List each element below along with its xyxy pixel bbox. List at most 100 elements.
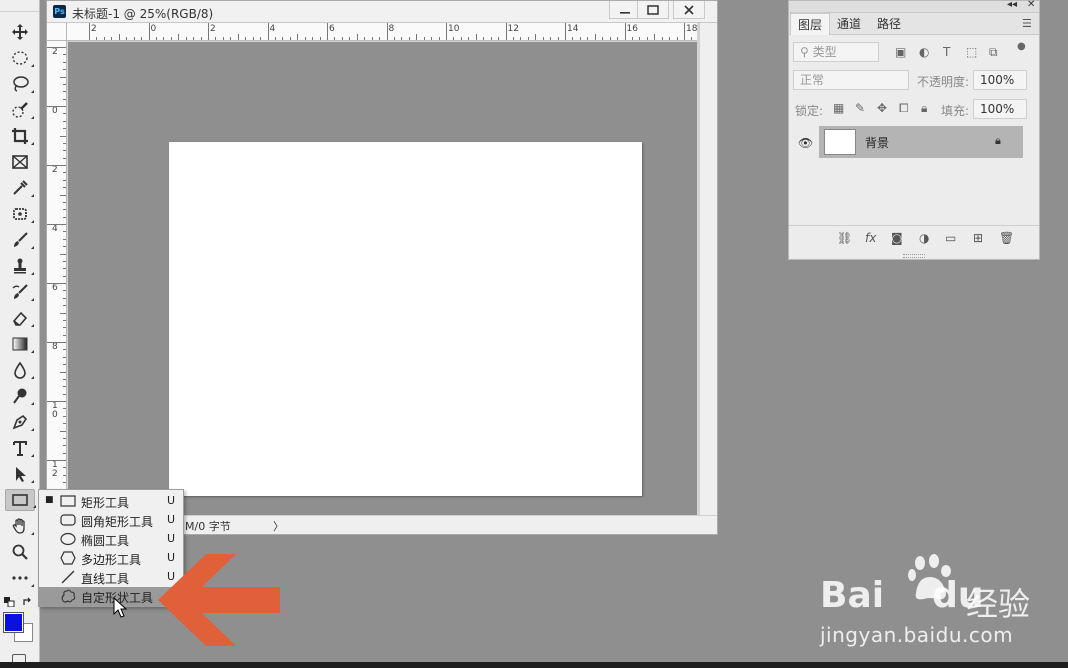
lock-pixels-icon[interactable]: ✎ [855,101,865,115]
ruler-tick [60,253,66,255]
ruler-tick [483,37,485,40]
tab-paths[interactable]: 路径 [870,13,908,35]
filter-smart-object-icon[interactable]: ⧉ [989,45,998,60]
frame-tool-icon[interactable] [8,151,32,173]
zoom-tool-icon[interactable] [8,541,32,563]
filter-pixel-icon[interactable]: ▣ [895,45,906,59]
menu-item-rounded-rectangle[interactable]: 圆角矩形工具 U [39,511,183,530]
ruler-tick [89,23,90,40]
marquee-tool-icon[interactable] [8,47,34,69]
filter-shape-icon[interactable]: ⬚ [966,45,977,59]
filter-type-icon[interactable]: T [943,45,950,59]
ruler-tick [63,467,66,469]
panel-grip[interactable] [0,0,39,12]
ruler-left-label: 0 [52,106,58,116]
swap-colors-icon[interactable] [22,596,34,606]
panel-menu-icon[interactable]: ☰ [1022,17,1032,30]
ruler-tick [334,37,336,40]
stamp-tool-icon[interactable] [8,255,34,277]
horizontal-ruler[interactable]: 2 0 2 4 6 8 10 12 14 16 18 [67,23,697,41]
ruler-tick [63,275,66,277]
opacity-value: 100% [980,73,1015,87]
layer-name: 背景 [865,136,890,150]
ruler-left-label: 8 [52,342,58,352]
lock-artboard-icon[interactable]: ⧠ [899,101,909,116]
ruler-tick [60,430,66,432]
ruler-tick [178,34,180,40]
ruler-tick [289,37,291,40]
menu-item-ellipse[interactable]: 椭圆工具 U [39,530,183,549]
ruler-left-label: 1 0 [52,401,58,420]
dodge-tool-icon[interactable] [8,385,34,407]
maximize-button[interactable] [637,1,669,19]
ruler-tick [393,37,395,40]
ruler-tick [512,37,514,40]
history-brush-icon[interactable] [8,281,34,303]
eyedropper-tool-icon[interactable] [8,177,34,199]
fx-icon[interactable]: fx [865,231,876,245]
more-tools-icon[interactable] [8,567,34,589]
ruler-tick [63,157,66,159]
mask-icon[interactable]: ◙ [891,231,903,245]
lock-position-icon[interactable]: ✥ [877,101,887,115]
tab-channels[interactable]: 通道 [830,13,868,35]
fill-input[interactable]: 100% [973,99,1027,119]
blur-tool-icon[interactable] [8,359,34,381]
gradient-tool-icon[interactable] [8,333,34,355]
document-canvas[interactable] [169,142,642,496]
vertical-ruler[interactable]: 2 0 2 4 6 8 1 0 1 2 [47,41,67,516]
ruler-tick [431,37,433,40]
brush-tool-icon[interactable] [8,229,34,251]
resize-grip[interactable] [903,254,925,258]
filter-adjustment-icon[interactable]: ◐ [919,45,929,59]
document-titlebar[interactable]: Ps 未标题-1 @ 25%(RGB/8) [47,1,717,23]
ruler-tick [63,150,66,152]
lock-all-icon[interactable]: 🔒︎ [921,101,927,116]
filter-toggle-icon[interactable]: ● [1017,41,1026,52]
quick-select-tool-icon[interactable] [8,99,34,121]
close-button[interactable] [673,1,705,19]
ruler-tick [63,437,66,439]
menu-item-rectangle[interactable]: ■ 矩形工具 U [39,492,183,511]
ruler-tick [639,37,641,40]
status-menu-arrow[interactable]: 〉 [273,518,284,534]
trash-icon[interactable]: 🗑︎ [999,231,1014,245]
layer-thumbnail [824,129,856,155]
link-icon[interactable]: ⛓ [837,231,852,245]
visibility-eye-icon[interactable]: 👁︎ [798,136,813,150]
crop-tool-icon[interactable] [8,125,34,147]
layer-filter-select[interactable]: ⚲ 类型 [793,42,879,62]
vertical-scrollbar[interactable] [699,23,717,516]
new-layer-icon[interactable]: ⊞ [973,231,983,245]
pen-tool-icon[interactable] [8,411,34,433]
adjustment-icon[interactable]: ◑ [919,231,929,245]
panel-close-icon[interactable]: ✕ [1027,0,1035,10]
path-select-tool-icon[interactable] [8,463,34,485]
ruler-top-label: 8 [388,24,395,34]
ruler-tick [535,34,537,40]
patch-tool-icon[interactable] [8,203,34,225]
blend-mode-select[interactable]: 正常 [793,70,909,90]
lasso-tool-icon[interactable] [8,73,34,95]
eraser-tool-icon[interactable] [8,307,34,329]
foreground-color-swatch[interactable] [3,612,24,633]
hand-tool-icon[interactable] [8,515,34,537]
opacity-input[interactable]: 100% [973,70,1027,90]
collapse-icon[interactable]: ◂◂ [1007,0,1017,10]
type-tool-icon[interactable] [8,437,34,459]
ruler-origin[interactable] [47,23,67,41]
default-colors-icon[interactable] [4,596,16,608]
ruler-tick [245,37,247,40]
tab-layers[interactable]: 图层 [790,13,831,35]
layer-row[interactable]: 背景 🔒︎ [819,126,1023,158]
ruler-tick [453,37,455,40]
move-tool-icon[interactable] [8,21,32,43]
selected-bullet-icon: ■ [45,495,54,505]
pasteboard[interactable] [68,42,697,515]
panel-topbar[interactable]: ◂◂ ✕ [789,0,1039,13]
ruler-tick [63,386,66,388]
rectangle-tool-icon[interactable] [5,489,36,511]
folder-icon[interactable]: ▭ [945,231,956,245]
lock-transparent-icon[interactable]: ▦ [833,101,844,115]
custom-shape-icon [61,589,76,603]
